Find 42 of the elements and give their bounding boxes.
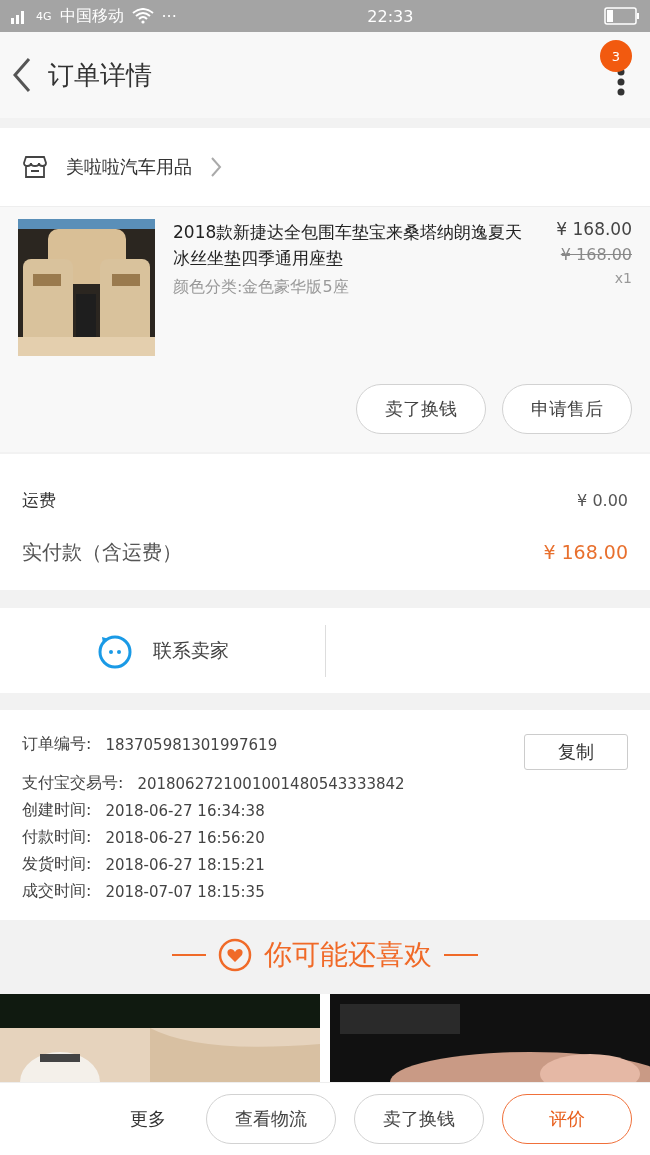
battery-icon	[604, 7, 640, 25]
store-icon	[22, 155, 48, 179]
info-value: 2018-06-27 16:56:20	[105, 828, 265, 847]
contact-seller-link[interactable]: 联系卖家	[152, 637, 229, 664]
action-button[interactable]: 查看物流	[206, 1094, 336, 1144]
back-icon[interactable]	[12, 57, 32, 93]
action-button[interactable]: 评价	[502, 1094, 632, 1144]
action-button[interactable]: 卖了换钱	[354, 1094, 484, 1144]
fee-label: 实付款（含运费）	[22, 538, 182, 566]
chevron-right-icon	[210, 156, 222, 178]
shop-name[interactable]: 美啦啦汽车用品	[66, 155, 192, 179]
copy-button[interactable]: 复制	[524, 734, 628, 770]
info-value: 2018-06-27 16:34:38	[105, 801, 265, 820]
info-label: 付款时间:	[22, 827, 92, 848]
fee-amount: ¥ 0.00	[577, 490, 628, 510]
clock-time: 22:33	[367, 6, 414, 26]
carrier-name: 中国移动	[59, 5, 124, 27]
fee-label: 运费	[22, 488, 56, 512]
fee-amount: ¥ 168.00	[543, 541, 628, 563]
product-quantity: x1	[614, 270, 632, 286]
notification-badge: 3	[600, 40, 632, 72]
product-title[interactable]: 2018款新捷达全包围车垫宝来桑塔纳朗逸夏天冰丝坐垫四季通用座垫	[173, 219, 539, 271]
info-label: 创建时间:	[22, 800, 92, 821]
wifi-icon	[131, 8, 154, 24]
info-value: 2018-07-07 18:15:35	[105, 882, 265, 901]
network-type: 4G	[36, 9, 52, 23]
original-price: ¥ 168.00	[560, 245, 632, 264]
info-label: 发货时间:	[22, 854, 92, 875]
info-label: 订单编号:	[22, 734, 92, 755]
product-price: ¥ 168.00	[556, 219, 632, 239]
recommend-title: 你可能还喜欢	[264, 937, 432, 973]
page-title: 订单详情	[48, 58, 152, 92]
product-variant: 颜色分类:金色豪华版5座	[173, 277, 350, 298]
action-button[interactable]: 申请售后	[502, 384, 632, 434]
info-value: 2018062721001001480543333842	[137, 774, 405, 793]
more-status: ···	[161, 6, 177, 26]
info-value: 183705981301997619	[105, 735, 278, 754]
more-link[interactable]: 更多	[130, 1107, 166, 1131]
info-label: 成交时间:	[22, 881, 92, 902]
action-button[interactable]: 卖了换钱	[356, 384, 486, 434]
info-value: 2018-06-27 18:15:21	[105, 855, 265, 874]
info-label: 支付宝交易号:	[22, 773, 124, 794]
